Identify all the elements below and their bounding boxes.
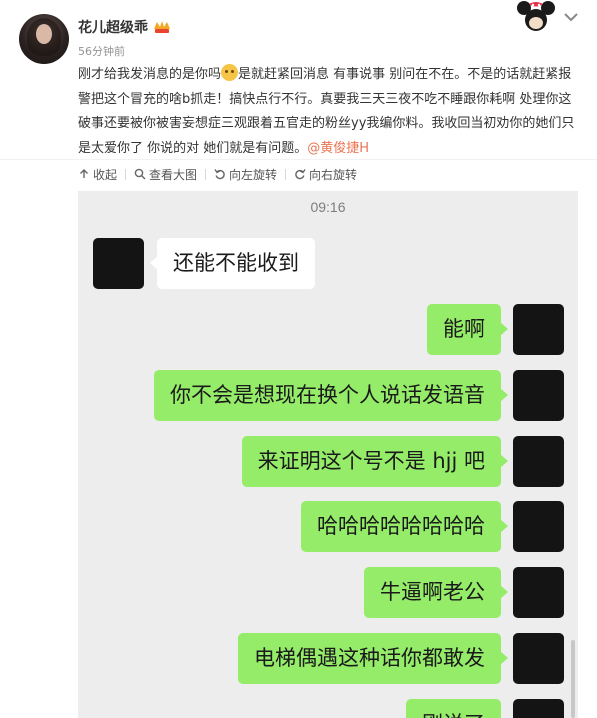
image-toolbar: 收起 查看大图 向左旋转 向右旋转: [78, 164, 357, 184]
rotate-left-label: 向左旋转: [229, 167, 278, 182]
vip-badge-icon[interactable]: [152, 19, 172, 35]
view-large-button[interactable]: 查看大图: [134, 166, 197, 183]
toolbar-separator: [125, 168, 127, 180]
chat-message-left: 还能不能收到: [150, 238, 315, 289]
thinking-emoji-icon: [221, 64, 239, 81]
self-avatar: [513, 370, 564, 421]
rotate-left-icon: [214, 169, 225, 180]
self-avatar: [513, 436, 564, 487]
rotate-left-button[interactable]: 向左旋转: [214, 166, 277, 183]
arrow-up-icon: [80, 169, 88, 178]
magnifier-icon: [134, 168, 146, 180]
self-avatar: [513, 699, 564, 718]
collapse-button[interactable]: 收起: [78, 166, 117, 183]
chat-message-right: 刚说了: [406, 699, 508, 718]
chat-timestamp: 09:16: [310, 199, 346, 215]
self-avatar: [513, 633, 564, 684]
user-avatar[interactable]: [19, 14, 69, 64]
mention-link[interactable]: @黄俊捷H: [307, 141, 369, 156]
self-avatar: [513, 501, 564, 552]
self-avatar: [513, 567, 564, 618]
chat-screenshot[interactable]: 09:16 还能不能收到 能啊 你不会是想现在换个人说话发语音 来证明这个号不是…: [78, 191, 578, 718]
avatar-face: [36, 24, 52, 44]
scrollbar[interactable]: [571, 640, 575, 718]
chat-message-right: 牛逼啊老公: [364, 567, 508, 618]
toolbar-separator: [285, 168, 287, 180]
chat-message-right: 来证明这个号不是 hjj 吧: [241, 436, 509, 487]
chat-message-right: 电梯偶遇这种话你都敢发: [238, 633, 508, 684]
chat-message-right: 你不会是想现在换个人说话发语音: [154, 370, 508, 421]
toolbar-separator: [205, 168, 207, 180]
username[interactable]: 花儿超级乖: [78, 17, 148, 37]
rotate-right-button[interactable]: 向右旋转: [294, 166, 357, 183]
rotate-right-label: 向右旋转: [309, 167, 358, 182]
contact-avatar: [93, 238, 144, 289]
chat-message-right: 哈哈哈哈哈哈哈哈: [301, 501, 508, 552]
chevron-down-icon[interactable]: [563, 11, 579, 23]
post-time[interactable]: 56分钟前: [78, 43, 125, 59]
post-text-part1: 刚才给我发消息的是你吗: [78, 67, 222, 82]
post-body: 刚才给我发消息的是你吗 是就赶紧回消息 有事说事 别问在不在。不是的话就赶紧报警把…: [78, 63, 583, 161]
collapse-label: 收起: [93, 167, 118, 182]
chat-message-right: 能啊: [427, 304, 508, 355]
self-avatar: [513, 304, 564, 355]
divider: [0, 159, 597, 160]
view-large-label: 查看大图: [149, 167, 198, 182]
rotate-right-icon: [295, 169, 306, 180]
mascot-decoration-icon: [517, 1, 555, 31]
